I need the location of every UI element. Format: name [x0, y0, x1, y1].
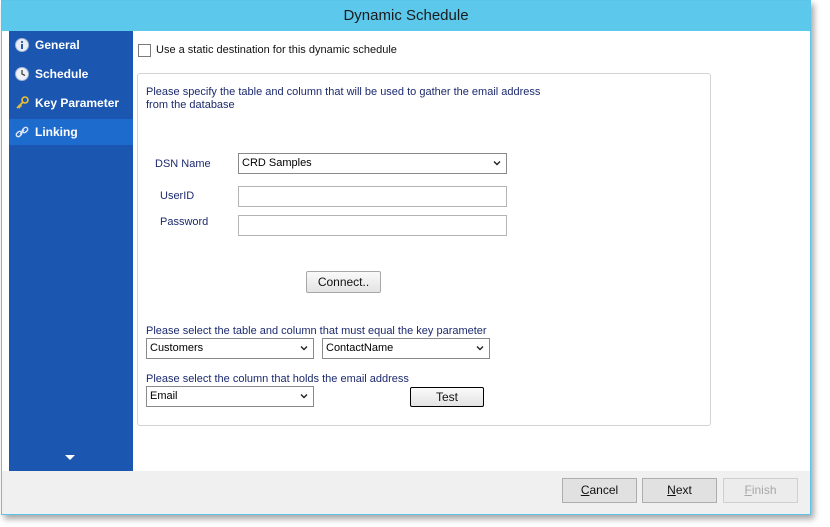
sidebar-item-general[interactable]: General — [9, 32, 133, 58]
key-column-select[interactable]: ContactName — [322, 338, 490, 359]
linking-panel: Use a static destination for this dynami… — [133, 31, 810, 471]
link-icon — [15, 126, 29, 138]
next-button[interactable]: Next — [642, 478, 717, 503]
sidebar-item-label: Key Parameter — [35, 96, 120, 110]
sidebar-item-key-parameter[interactable]: Key Parameter — [9, 90, 133, 116]
sidebar-item-label: General — [35, 38, 80, 52]
sidebar: General Schedule Key Parameter Linking — [9, 31, 133, 471]
chevron-down-icon — [300, 346, 308, 351]
footer-bar: Cancel Next Finish — [2, 471, 810, 514]
password-field[interactable] — [238, 215, 507, 236]
clock-icon — [15, 67, 29, 81]
instruction-line-2: from the database — [146, 99, 235, 111]
chevron-down-icon — [300, 394, 308, 399]
finish-mnemonic: F — [744, 483, 752, 497]
userid-field[interactable] — [238, 186, 507, 207]
dsn-select[interactable]: CRD Samples — [238, 153, 507, 174]
key-parameter-instruction: Please select the table and column that … — [146, 325, 487, 337]
dialog-window: Dynamic Schedule General Schedule Key Pa… — [1, 0, 811, 515]
chevron-down-icon[interactable] — [65, 455, 75, 460]
key-icon — [16, 96, 29, 109]
password-label: Password — [160, 216, 209, 228]
cancel-button[interactable]: Cancel — [562, 478, 637, 503]
userid-label: UserID — [160, 190, 195, 202]
dialog-body: General Schedule Key Parameter Linking U… — [2, 31, 810, 471]
static-destination-label: Use a static destination for this dynami… — [156, 44, 397, 56]
dsn-value: CRD Samples — [242, 157, 312, 169]
key-table-value: Customers — [150, 342, 204, 354]
dsn-label: DSN Name — [155, 158, 211, 170]
next-label: ext — [675, 483, 692, 497]
window-title: Dynamic Schedule — [2, 1, 810, 31]
finish-label: inish — [751, 483, 777, 497]
connect-button[interactable]: Connect.. — [306, 271, 381, 293]
sidebar-item-linking[interactable]: Linking — [9, 119, 133, 145]
instruction-line-1: Please specify the table and column that… — [146, 86, 541, 98]
test-button[interactable]: Test — [410, 387, 484, 407]
sidebar-item-label: Linking — [35, 125, 78, 139]
instruction-text: Please specify the table and column that… — [146, 86, 540, 112]
chevron-down-icon — [476, 346, 484, 351]
sidebar-item-schedule[interactable]: Schedule — [9, 61, 133, 87]
next-mnemonic: N — [667, 483, 676, 497]
key-table-select[interactable]: Customers — [146, 338, 314, 359]
finish-button[interactable]: Finish — [723, 478, 798, 503]
static-destination-checkbox[interactable] — [138, 43, 151, 57]
chevron-down-icon — [493, 161, 501, 166]
database-group: Please specify the table and column that… — [137, 73, 711, 426]
key-column-value: ContactName — [326, 342, 394, 354]
email-column-value: Email — [150, 390, 178, 402]
email-column-instruction: Please select the column that holds the … — [146, 373, 409, 385]
info-icon — [15, 38, 29, 52]
static-destination-option[interactable]: Use a static destination for this dynami… — [138, 42, 397, 58]
email-column-select[interactable]: Email — [146, 386, 314, 407]
sidebar-item-label: Schedule — [35, 67, 89, 81]
cancel-label: ancel — [589, 483, 619, 497]
